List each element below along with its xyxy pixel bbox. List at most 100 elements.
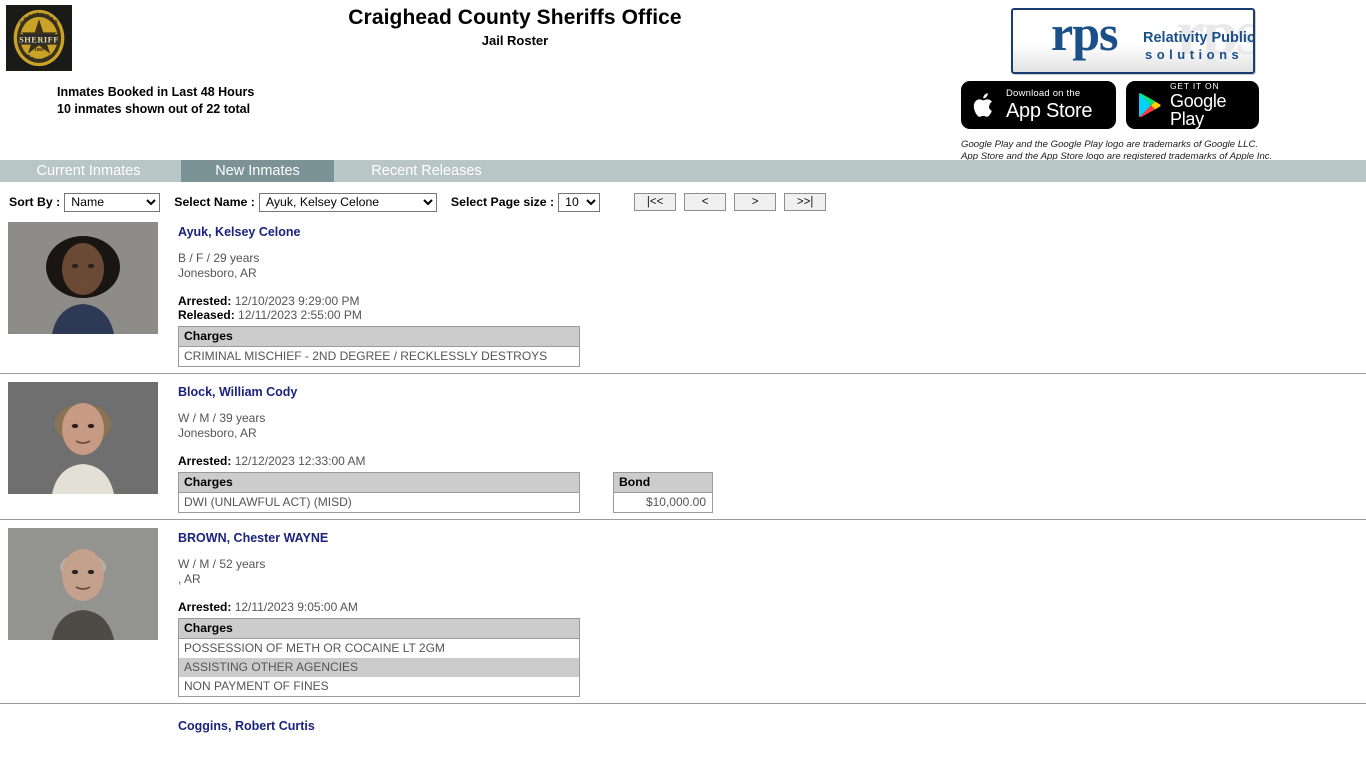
page-title: Craighead County Sheriffs Office <box>348 6 682 29</box>
bond-amount-cell: $10,000.00 <box>645 495 706 510</box>
prev-page-button[interactable]: < <box>684 193 727 211</box>
charge-cell: NON PAYMENT OF FINES <box>184 679 329 694</box>
rps-tagline-1: Relativity Public Safety <box>1143 30 1255 46</box>
arrested-label: Arrested: <box>178 453 232 468</box>
charges-header: Charges <box>178 472 580 494</box>
app-store-button[interactable]: Download on the App Store <box>961 81 1116 129</box>
inmate-name-link[interactable]: Coggins, Robert Curtis <box>178 719 1366 733</box>
google-play-label: GET IT ON Google Play <box>1170 82 1245 129</box>
charge-cell: DWI (UNLAWFUL ACT) (MISD) <box>184 495 352 510</box>
page-subtitle: Jail Roster <box>481 33 549 49</box>
table-row: $10,000.00 <box>614 493 713 513</box>
rps-logo[interactable]: rps rps Relativity Public Safety solutio… <box>1011 8 1255 74</box>
arrested-value: 12/11/2023 9:05:00 AM <box>234 599 358 614</box>
tab-new-inmates[interactable]: New Inmates <box>181 160 334 182</box>
trademark-notice: Google Play and the Google Play logo are… <box>961 139 1272 162</box>
first-page-button[interactable]: |<< <box>634 193 677 211</box>
inmate-details: Ayuk, Kelsey Celone B / F / 29 years Jon… <box>178 222 1366 368</box>
title-block: Craighead County Sheriffs Office Jail Ro… <box>0 6 1030 48</box>
inmate-city-state: Jonesboro, AR <box>178 265 257 280</box>
bond-table: Bond $10,000.00 <box>613 472 713 514</box>
rps-wordmark: rps <box>1051 8 1118 61</box>
tab-current-inmates[interactable]: Current Inmates <box>7 160 170 182</box>
inmate-tables: Charges CRIMINAL MISCHIEF - 2ND DEGREE / … <box>178 326 1366 368</box>
released-row: Released: 12/11/2023 2:55:00 PM <box>178 308 1366 322</box>
arrested-label: Arrested: <box>178 599 232 614</box>
arrested-label: Arrested: <box>178 293 232 308</box>
arrested-value: 12/12/2023 12:33:00 AM <box>234 453 366 468</box>
roster-summary-line2: 10 inmates shown out of 22 total <box>57 101 251 116</box>
page-size-label: Select Page size : <box>450 195 555 209</box>
pagination-controls: |<< < > >>| <box>634 193 827 211</box>
inmate-race-sex-age: W / M / 39 years <box>178 411 266 426</box>
arrested-row: Arrested: 12/10/2023 9:29:00 PM <box>178 294 1366 308</box>
app-store-big-text: App Store <box>1006 99 1093 122</box>
inmate-dates: Arrested: 12/10/2023 9:29:00 PM Released:… <box>178 294 1366 323</box>
store-badges: Download on the App Store GET IT ON Goog… <box>961 81 1259 129</box>
sort-by-label: Sort By : <box>9 195 61 209</box>
released-label: Released: <box>178 307 235 322</box>
arrested-row: Arrested: 12/11/2023 9:05:00 AM <box>178 600 1366 614</box>
inmate-details: BROWN, Chester WAYNE W / M / 52 years , … <box>178 528 1366 698</box>
roster-controls: Sort By : Name Select Name : Ayuk, Kelse… <box>0 182 1366 216</box>
inmate-city-state: Jonesboro, AR <box>178 426 257 441</box>
charges-table: Charges CRIMINAL MISCHIEF - 2ND DEGREE / … <box>178 326 580 368</box>
charges-table: Charges POSSESSION OF METH OR COCAINE LT … <box>178 618 580 698</box>
inmate-details: Coggins, Robert Curtis <box>178 716 1366 745</box>
inmate-mugshot[interactable] <box>8 528 158 641</box>
tab-bar: Current Inmates New Inmates Recent Relea… <box>0 160 1366 182</box>
inmate-demographics: B / F / 29 years Jonesboro, AR <box>178 251 1366 281</box>
inmate-tables: Charges DWI (UNLAWFUL ACT) (MISD) Bond $10,… <box>178 472 1366 514</box>
trademark-line-1: Google Play and the Google Play logo are… <box>961 139 1259 150</box>
table-row: NON PAYMENT OF FINES <box>179 677 580 697</box>
charges-header: Charges <box>178 326 580 348</box>
select-name-select[interactable]: Ayuk, Kelsey Celone <box>258 192 437 212</box>
inmate-roster-list: Ayuk, Kelsey Celone B / F / 29 years Jon… <box>0 216 1366 751</box>
arrested-row: Arrested: 12/12/2023 12:33:00 AM <box>178 454 1366 468</box>
arrested-value: 12/10/2023 9:29:00 PM <box>234 293 360 308</box>
inmate-mugshot[interactable] <box>8 222 158 334</box>
released-value: 12/11/2023 2:55:00 PM <box>238 307 362 322</box>
charge-cell: ASSISTING OTHER AGENCIES <box>178 658 580 678</box>
inmate-tables: Charges POSSESSION OF METH OR COCAINE LT … <box>178 618 1366 698</box>
inmate-name-link[interactable]: Ayuk, Kelsey Celone <box>178 225 1366 239</box>
google-play-big-text: Google Play <box>1170 91 1227 130</box>
google-play-small-text: GET IT ON <box>1170 80 1220 91</box>
charge-cell: POSSESSION OF METH OR COCAINE LT 2GM <box>184 641 445 656</box>
roster-summary: Inmates Booked in Last 48 Hours 10 inmat… <box>57 84 254 118</box>
sort-by-select[interactable]: Name <box>64 192 161 212</box>
app-store-small-text: Download on the <box>1006 88 1081 100</box>
select-name-label: Select Name : <box>174 195 255 209</box>
inmate-mugshot[interactable] <box>8 382 158 495</box>
last-page-button[interactable]: >>| <box>784 193 827 211</box>
rps-tagline-2: solutions <box>1145 47 1244 62</box>
table-row: ASSISTING OTHER AGENCIES <box>178 658 580 678</box>
inmate-demographics: W / M / 39 years Jonesboro, AR <box>178 411 1366 441</box>
google-play-icon <box>1138 92 1161 118</box>
roster-summary-line1: Inmates Booked in Last 48 Hours <box>57 85 255 99</box>
inmate-city-state: , AR <box>178 571 201 586</box>
inmate-record: Ayuk, Kelsey Celone B / F / 29 years Jon… <box>0 216 1366 373</box>
page-size-select[interactable]: 10 <box>558 192 601 212</box>
next-page-button[interactable]: > <box>734 193 777 211</box>
inmate-record: Coggins, Robert Curtis <box>0 703 1366 751</box>
app-store-label: Download on the App Store <box>1006 88 1093 122</box>
charges-header: Charges <box>178 618 580 640</box>
inmate-record: Block, William Cody W / M / 39 years Jon… <box>0 373 1366 519</box>
inmate-dates: Arrested: 12/11/2023 9:05:00 AM <box>178 600 1366 614</box>
inmate-name-link[interactable]: BROWN, Chester WAYNE <box>178 531 1366 545</box>
charge-cell: CRIMINAL MISCHIEF - 2ND DEGREE / RECKLES… <box>184 349 548 364</box>
inmate-race-sex-age: B / F / 29 years <box>178 251 260 265</box>
inmate-name-link[interactable]: Block, William Cody <box>178 385 1366 399</box>
page-header: SHERIFF 1859 CRAIGHEAD COUNTY Craighead … <box>0 0 1366 162</box>
table-row: DWI (UNLAWFUL ACT) (MISD) <box>179 493 580 513</box>
tab-recent-releases[interactable]: Recent Releases <box>345 160 508 182</box>
table-row: CRIMINAL MISCHIEF - 2ND DEGREE / RECKLES… <box>179 347 580 367</box>
inmate-details: Block, William Cody W / M / 39 years Jon… <box>178 382 1366 514</box>
charges-table: Charges DWI (UNLAWFUL ACT) (MISD) <box>178 472 580 514</box>
table-row: POSSESSION OF METH OR COCAINE LT 2GM <box>179 639 580 659</box>
inmate-record: BROWN, Chester WAYNE W / M / 52 years , … <box>0 519 1366 703</box>
google-play-button[interactable]: GET IT ON Google Play <box>1126 81 1259 129</box>
inmate-race-sex-age: W / M / 52 years <box>178 557 266 572</box>
inmate-dates: Arrested: 12/12/2023 12:33:00 AM <box>178 454 1366 468</box>
